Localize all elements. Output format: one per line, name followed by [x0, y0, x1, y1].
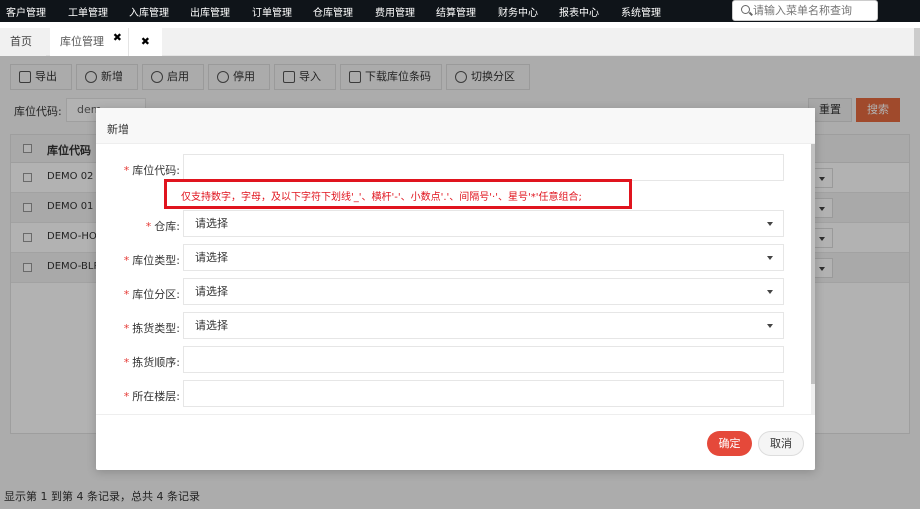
- floor-label: * 所在楼层:: [124, 388, 180, 404]
- top-nav: 客户管理 工单管理 入库管理 出库管理 订单管理 仓库管理 费用管理 结算管理 …: [0, 0, 920, 22]
- add-location-dialog: 新增 * 库位代码: * 仓库: 请选择 * 库位类型: 请选择 * 库位分区: 请选择…: [96, 108, 815, 470]
- required-mark: *: [123, 390, 130, 403]
- tab-close-all[interactable]: ✖: [128, 28, 162, 56]
- tab-location-label: 库位管理: [60, 35, 104, 48]
- required-mark: *: [123, 288, 130, 301]
- menu-search-box: [732, 0, 878, 21]
- location-code-label-text: 库位代码:: [132, 164, 180, 177]
- picking-order-label-text: 拣货顺序:: [132, 356, 180, 369]
- dialog-scrollbar[interactable]: [811, 144, 815, 414]
- close-tab-icon[interactable]: ✖: [113, 24, 122, 52]
- warehouse-label-text: 仓库:: [154, 220, 180, 233]
- close-icon[interactable]: ✖: [141, 28, 150, 56]
- form-row-location-zone: * 库位分区: 请选择: [96, 278, 811, 306]
- search-icon: [741, 5, 750, 14]
- dialog-header: 新增: [96, 108, 815, 144]
- warehouse-label: * 仓库:: [146, 218, 180, 234]
- form-row-floor: * 所在楼层:: [96, 380, 811, 408]
- dialog-title: 新增: [107, 123, 129, 136]
- required-mark: *: [123, 254, 130, 267]
- form-row-location-type: * 库位类型: 请选择: [96, 244, 811, 272]
- nav-item-finance[interactable]: 财务中心: [498, 4, 538, 19]
- nav-item-inbound[interactable]: 入库管理: [129, 4, 169, 19]
- nav-item-warehouse[interactable]: 仓库管理: [313, 4, 353, 19]
- picking-type-label-text: 拣货类型:: [132, 322, 180, 335]
- location-zone-label: * 库位分区:: [124, 286, 180, 302]
- required-mark: *: [123, 356, 130, 369]
- picking-type-select[interactable]: 请选择: [183, 312, 784, 339]
- floor-label-text: 所在楼层:: [132, 390, 180, 403]
- validation-hint-text: 仅支持数字，字母，及以下字符下划线'_'、横杆'-'、小数点'.'、间隔号'·'…: [181, 192, 582, 203]
- nav-item-order[interactable]: 订单管理: [252, 4, 292, 19]
- location-zone-select[interactable]: 请选择: [183, 278, 784, 305]
- tab-bar: 首页 库位管理 ✖ ✖: [0, 28, 920, 56]
- required-mark: *: [123, 164, 130, 177]
- form-row-picking-order: * 拣货顺序:: [96, 346, 811, 374]
- dialog-footer: 确定 取消: [96, 414, 815, 470]
- nav-item-fees[interactable]: 费用管理: [375, 4, 415, 19]
- picking-order-label: * 拣货顺序:: [124, 354, 180, 370]
- nav-item-outbound[interactable]: 出库管理: [190, 4, 230, 19]
- validation-hint: 仅支持数字，字母，及以下字符下划线'_'、横杆'-'、小数点'.'、间隔号'·'…: [164, 179, 632, 209]
- location-code-label: * 库位代码:: [124, 162, 180, 178]
- menu-search-input[interactable]: [753, 2, 873, 19]
- form-row-picking-type: * 拣货类型: 请选择: [96, 312, 811, 340]
- floor-input[interactable]: [183, 380, 784, 407]
- location-code-input[interactable]: [183, 154, 784, 181]
- location-type-label-text: 库位类型:: [132, 254, 180, 267]
- nav-item-settlement[interactable]: 结算管理: [436, 4, 476, 19]
- location-type-select[interactable]: 请选择: [183, 244, 784, 271]
- nav-item-customer[interactable]: 客户管理: [6, 4, 46, 19]
- location-type-label: * 库位类型:: [124, 252, 180, 268]
- form-row-warehouse: * 仓库: 请选择: [96, 210, 811, 238]
- confirm-button[interactable]: 确定: [707, 431, 752, 456]
- tabbar-scrollbar[interactable]: [914, 28, 920, 56]
- warehouse-select[interactable]: 请选择: [183, 210, 784, 237]
- required-mark: *: [145, 220, 152, 233]
- dialog-scrollbar-thumb[interactable]: [811, 144, 815, 384]
- tab-home[interactable]: 首页: [0, 28, 46, 56]
- location-zone-label-text: 库位分区:: [132, 288, 180, 301]
- tab-location-management[interactable]: 库位管理 ✖: [50, 28, 128, 56]
- nav-item-system[interactable]: 系统管理: [621, 4, 661, 19]
- nav-item-workorder[interactable]: 工单管理: [68, 4, 108, 19]
- nav-item-reports[interactable]: 报表中心: [559, 4, 599, 19]
- required-mark: *: [123, 322, 130, 335]
- picking-type-label: * 拣货类型:: [124, 320, 180, 336]
- tab-home-label: 首页: [10, 35, 32, 48]
- form-row-location-code: * 库位代码:: [96, 154, 811, 182]
- cancel-button[interactable]: 取消: [758, 431, 804, 456]
- picking-order-input[interactable]: [183, 346, 784, 373]
